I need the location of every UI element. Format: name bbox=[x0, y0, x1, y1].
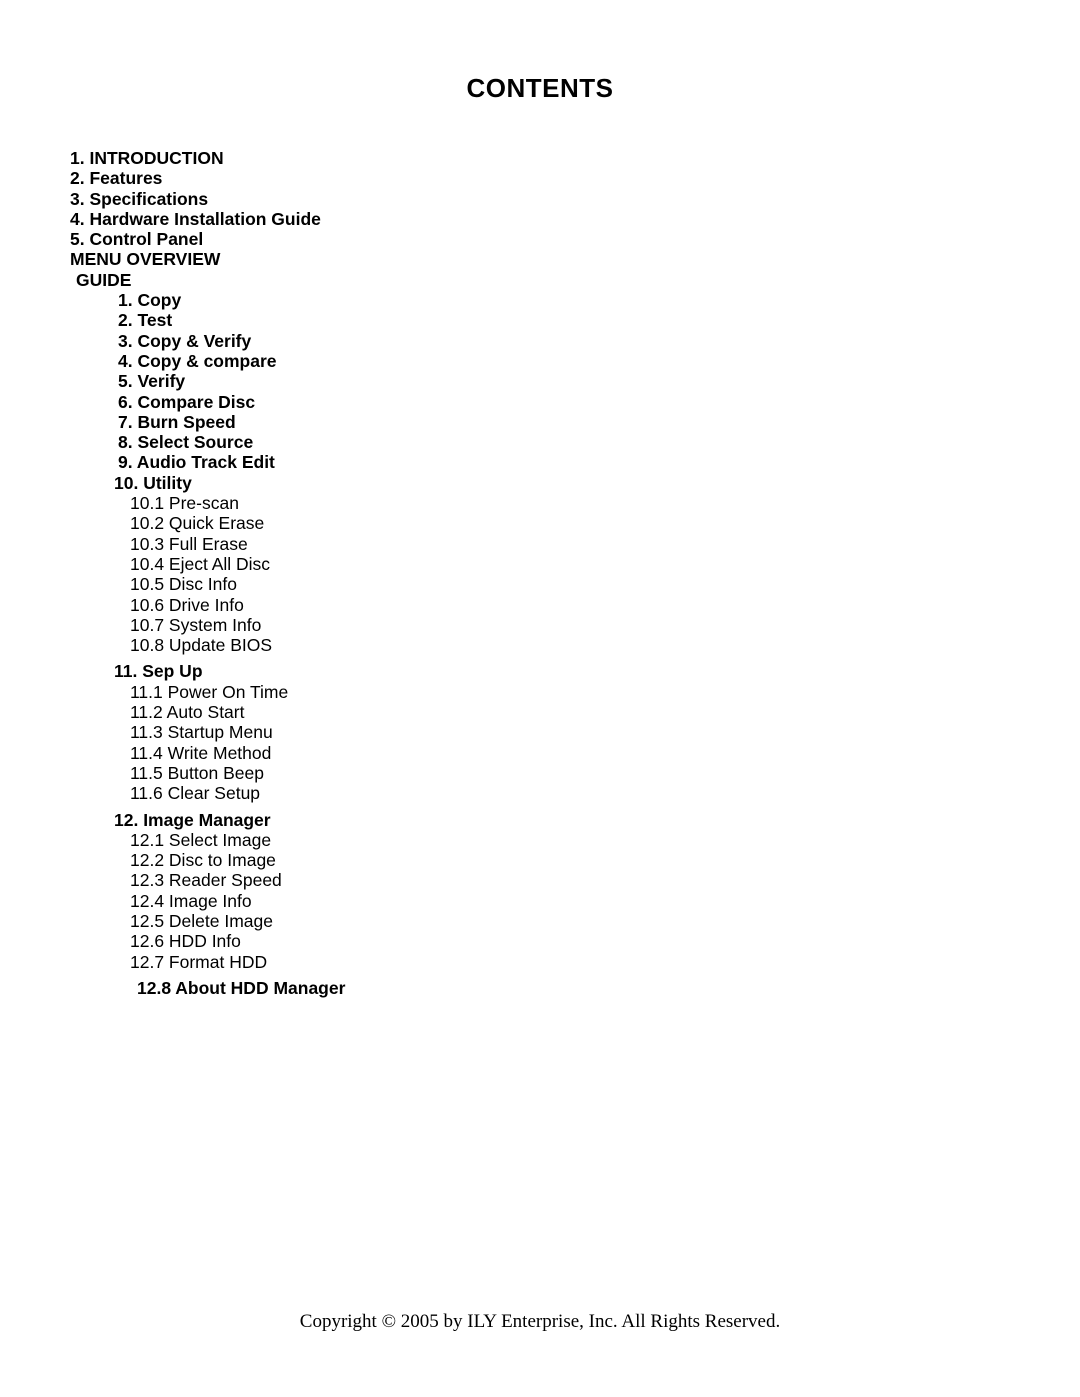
toc-entry[interactable]: 10.6 Drive Info bbox=[0, 595, 1080, 615]
toc-entry[interactable]: 11. Sep Up bbox=[0, 661, 1080, 681]
toc-entry[interactable]: 8. Select Source bbox=[0, 432, 1080, 452]
toc-entry[interactable]: 10.5 Disc Info bbox=[0, 574, 1080, 594]
toc-entry[interactable]: 12.7 Format HDD bbox=[0, 952, 1080, 972]
toc-entry[interactable]: 11.5 Button Beep bbox=[0, 763, 1080, 783]
toc-entry[interactable]: 5. Control Panel bbox=[0, 229, 1080, 249]
toc-entry[interactable]: 10.8 Update BIOS bbox=[0, 635, 1080, 655]
toc-entry[interactable]: 5. Verify bbox=[0, 371, 1080, 391]
toc-entry[interactable]: 2. Features bbox=[0, 168, 1080, 188]
toc-entry[interactable]: 11.1 Power On Time bbox=[0, 682, 1080, 702]
toc-entry[interactable]: 12.6 HDD Info bbox=[0, 931, 1080, 951]
page-canvas: CONTENTS 1. INTRODUCTION 2. Features 3. Sp… bbox=[0, 0, 1080, 1397]
toc-entry[interactable]: 11.2 Auto Start bbox=[0, 702, 1080, 722]
toc-entry[interactable]: 10.4 Eject All Disc bbox=[0, 554, 1080, 574]
toc-entry[interactable]: 11.3 Startup Menu bbox=[0, 722, 1080, 742]
toc-entry[interactable]: 9. Audio Track Edit bbox=[0, 452, 1080, 472]
toc-entry[interactable]: 12.8 About HDD Manager bbox=[0, 978, 1080, 998]
page-title: CONTENTS bbox=[466, 73, 614, 103]
toc-entry[interactable]: 12.3 Reader Speed bbox=[0, 870, 1080, 890]
toc-entry[interactable]: 10. Utility bbox=[0, 473, 1080, 493]
toc-entry[interactable]: 4. Copy & compare bbox=[0, 351, 1080, 371]
toc-entry[interactable]: 4. Hardware Installation Guide bbox=[0, 209, 1080, 229]
toc-entry[interactable]: 10.3 Full Erase bbox=[0, 534, 1080, 554]
toc-entry[interactable]: 3. Specifications bbox=[0, 189, 1080, 209]
toc-entry[interactable]: 3. Copy & Verify bbox=[0, 331, 1080, 351]
toc-entry[interactable]: 7. Burn Speed bbox=[0, 412, 1080, 432]
toc-entry[interactable]: 10.2 Quick Erase bbox=[0, 513, 1080, 533]
toc-entry[interactable]: 12. Image Manager bbox=[0, 810, 1080, 830]
toc-entry[interactable]: 2. Test bbox=[0, 310, 1080, 330]
toc-entry[interactable]: 12.4 Image Info bbox=[0, 891, 1080, 911]
toc-entry[interactable]: 12.1 Select Image bbox=[0, 830, 1080, 850]
toc-entry[interactable]: GUIDE bbox=[0, 270, 1080, 290]
copyright-footer: Copyright © 2005 by ILY Enterprise, Inc.… bbox=[299, 1311, 781, 1332]
toc-entry[interactable]: 12.2 Disc to Image bbox=[0, 850, 1080, 870]
toc-entry[interactable]: 10.7 System Info bbox=[0, 615, 1080, 635]
toc-entry[interactable]: 11.6 Clear Setup bbox=[0, 783, 1080, 803]
toc-entry[interactable]: 12.5 Delete Image bbox=[0, 911, 1080, 931]
toc-entry[interactable]: MENU OVERVIEW bbox=[0, 249, 1080, 269]
toc-entry[interactable]: 1. Copy bbox=[0, 290, 1080, 310]
toc-entry[interactable]: 11.4 Write Method bbox=[0, 743, 1080, 763]
toc-entry[interactable]: 10.1 Pre-scan bbox=[0, 493, 1080, 513]
toc-entry[interactable]: 1. INTRODUCTION bbox=[0, 148, 1080, 168]
table-of-contents: 1. INTRODUCTION 2. Features 3. Specificati… bbox=[0, 148, 1080, 998]
toc-entry[interactable]: 6. Compare Disc bbox=[0, 392, 1080, 412]
